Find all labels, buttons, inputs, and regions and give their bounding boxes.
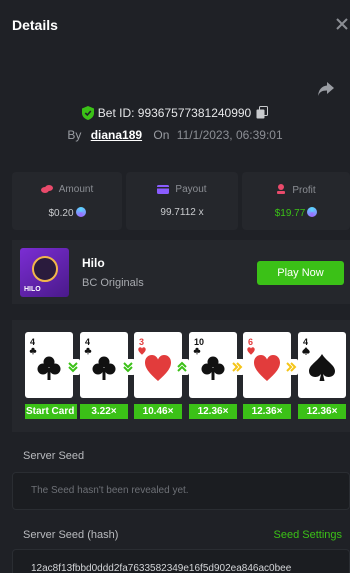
card-multiplier: 12.36× xyxy=(298,404,346,419)
payout-value: 99.7112 x xyxy=(160,207,204,218)
bet-author-row: By diana189 On 11/1/2023, 06:39:01 xyxy=(0,128,350,146)
double-chevron-right-icon xyxy=(284,359,298,375)
on-label: On xyxy=(153,128,170,142)
payout-label-row: Payout xyxy=(126,184,238,197)
game-provider: BC Originals xyxy=(82,277,144,289)
payout-label: Payout xyxy=(175,184,207,195)
details-header: Details xyxy=(0,0,350,50)
card-multiplier: Start Card xyxy=(25,404,77,419)
bet-id: Bet ID: 99367577381240990 xyxy=(97,106,252,120)
hilo-logo-icon xyxy=(32,256,58,282)
page-title: Details xyxy=(12,17,58,33)
seed-settings-link[interactable]: Seed Settings xyxy=(274,529,343,541)
server-seed-hash-field[interactable]: 12ac8f13fbbd0ddd2fa7633582349e16f5d902ea… xyxy=(12,549,350,573)
spade-icon xyxy=(309,354,335,381)
double-chevron-up-icon xyxy=(175,359,189,375)
card-rank: 4 xyxy=(303,337,309,347)
game-thumbnail[interactable]: HILO xyxy=(20,248,69,297)
server-seed-field: The Seed hasn't been revealed yet. xyxy=(12,472,350,510)
card-rank: 4 xyxy=(85,337,91,347)
playing-card: 4 xyxy=(298,332,346,398)
card-rank: 6 xyxy=(248,337,254,347)
card-multiplier: 3.22× xyxy=(80,404,128,419)
heart-icon xyxy=(145,355,171,381)
amount-value: $0.20 xyxy=(48,208,74,219)
profit-value-row: $19.77 xyxy=(242,207,350,219)
club-icon xyxy=(201,356,225,380)
coins-icon xyxy=(40,184,53,197)
profit-stat: Profit $19.77 xyxy=(242,172,350,230)
currency-coin-icon xyxy=(75,207,86,217)
username-link[interactable]: diana189 xyxy=(91,128,142,142)
server-seed-label: Server Seed xyxy=(23,450,85,462)
game-name: Hilo xyxy=(82,256,105,270)
card-rank: 3 xyxy=(139,337,145,347)
double-chevron-down-icon xyxy=(66,359,80,375)
close-icon[interactable] xyxy=(334,14,350,34)
club-icon xyxy=(92,356,116,380)
double-chevron-down-icon xyxy=(121,359,135,375)
copy-icon[interactable] xyxy=(256,106,269,119)
amount-label: Amount xyxy=(58,184,94,195)
by-label: By xyxy=(67,128,82,142)
server-seed-hash-label: Server Seed (hash) xyxy=(23,529,119,541)
amount-stat: Amount $0.20 xyxy=(12,172,122,230)
card-rank: 4 xyxy=(30,337,36,347)
profit-label-row: Profit xyxy=(242,184,350,198)
profit-label: Profit xyxy=(292,185,316,196)
share-icon[interactable] xyxy=(317,81,335,97)
profit-icon xyxy=(276,184,286,198)
amount-label-row: Amount xyxy=(12,184,122,197)
thumbnail-title: HILO xyxy=(24,286,41,293)
card-multiplier: 12.36× xyxy=(189,404,237,419)
card-multiplier: 10.46× xyxy=(134,404,182,419)
card-rank: 10 xyxy=(194,337,205,347)
currency-coin-icon xyxy=(307,207,318,217)
wallet-icon xyxy=(157,184,170,197)
bet-id-row: Bet ID: 99367577381240990 xyxy=(0,106,350,124)
profit-value: $19.77 xyxy=(274,208,306,219)
heart-icon xyxy=(254,355,280,381)
bet-date: 11/1/2023, 06:39:01 xyxy=(176,128,283,142)
play-now-button[interactable]: Play Now xyxy=(257,261,344,285)
verified-shield-icon xyxy=(81,106,94,120)
amount-value-row: $0.20 xyxy=(12,207,122,219)
bet-stats: Amount $0.20 Payout 99.7112 x Profit $19… xyxy=(12,172,350,230)
payout-stat: Payout 99.7112 x xyxy=(126,172,238,230)
cards-history: 4 Start Card 4 3.22× 3 10.46× 10 12.36× 6 12.36× 4… xyxy=(12,320,350,432)
game-card: HILO Hilo BC Originals Play Now xyxy=(12,240,350,304)
double-chevron-right-icon xyxy=(230,359,244,375)
club-icon xyxy=(37,356,61,380)
card-multiplier: 12.36× xyxy=(243,404,291,419)
